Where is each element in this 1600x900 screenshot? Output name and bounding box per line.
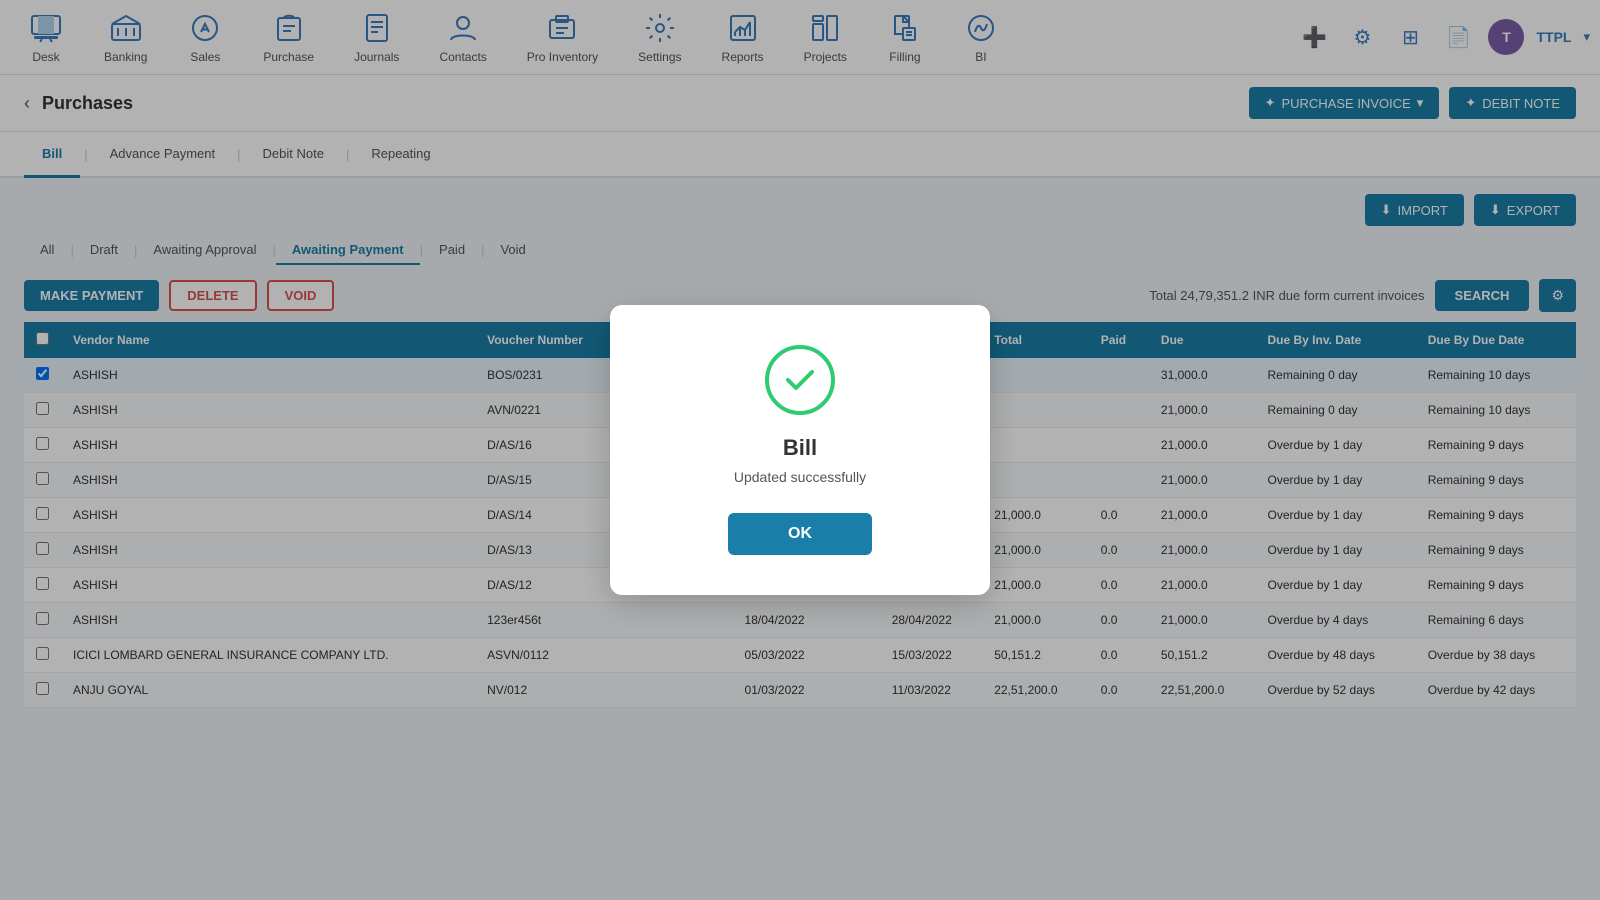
success-icon bbox=[765, 345, 835, 415]
modal-box: Bill Updated successfully OK bbox=[610, 305, 990, 595]
modal-subtitle: Updated successfully bbox=[658, 469, 942, 485]
modal-overlay: Bill Updated successfully OK bbox=[0, 0, 1600, 900]
modal-ok-button[interactable]: OK bbox=[728, 513, 872, 555]
modal-title: Bill bbox=[658, 435, 942, 461]
